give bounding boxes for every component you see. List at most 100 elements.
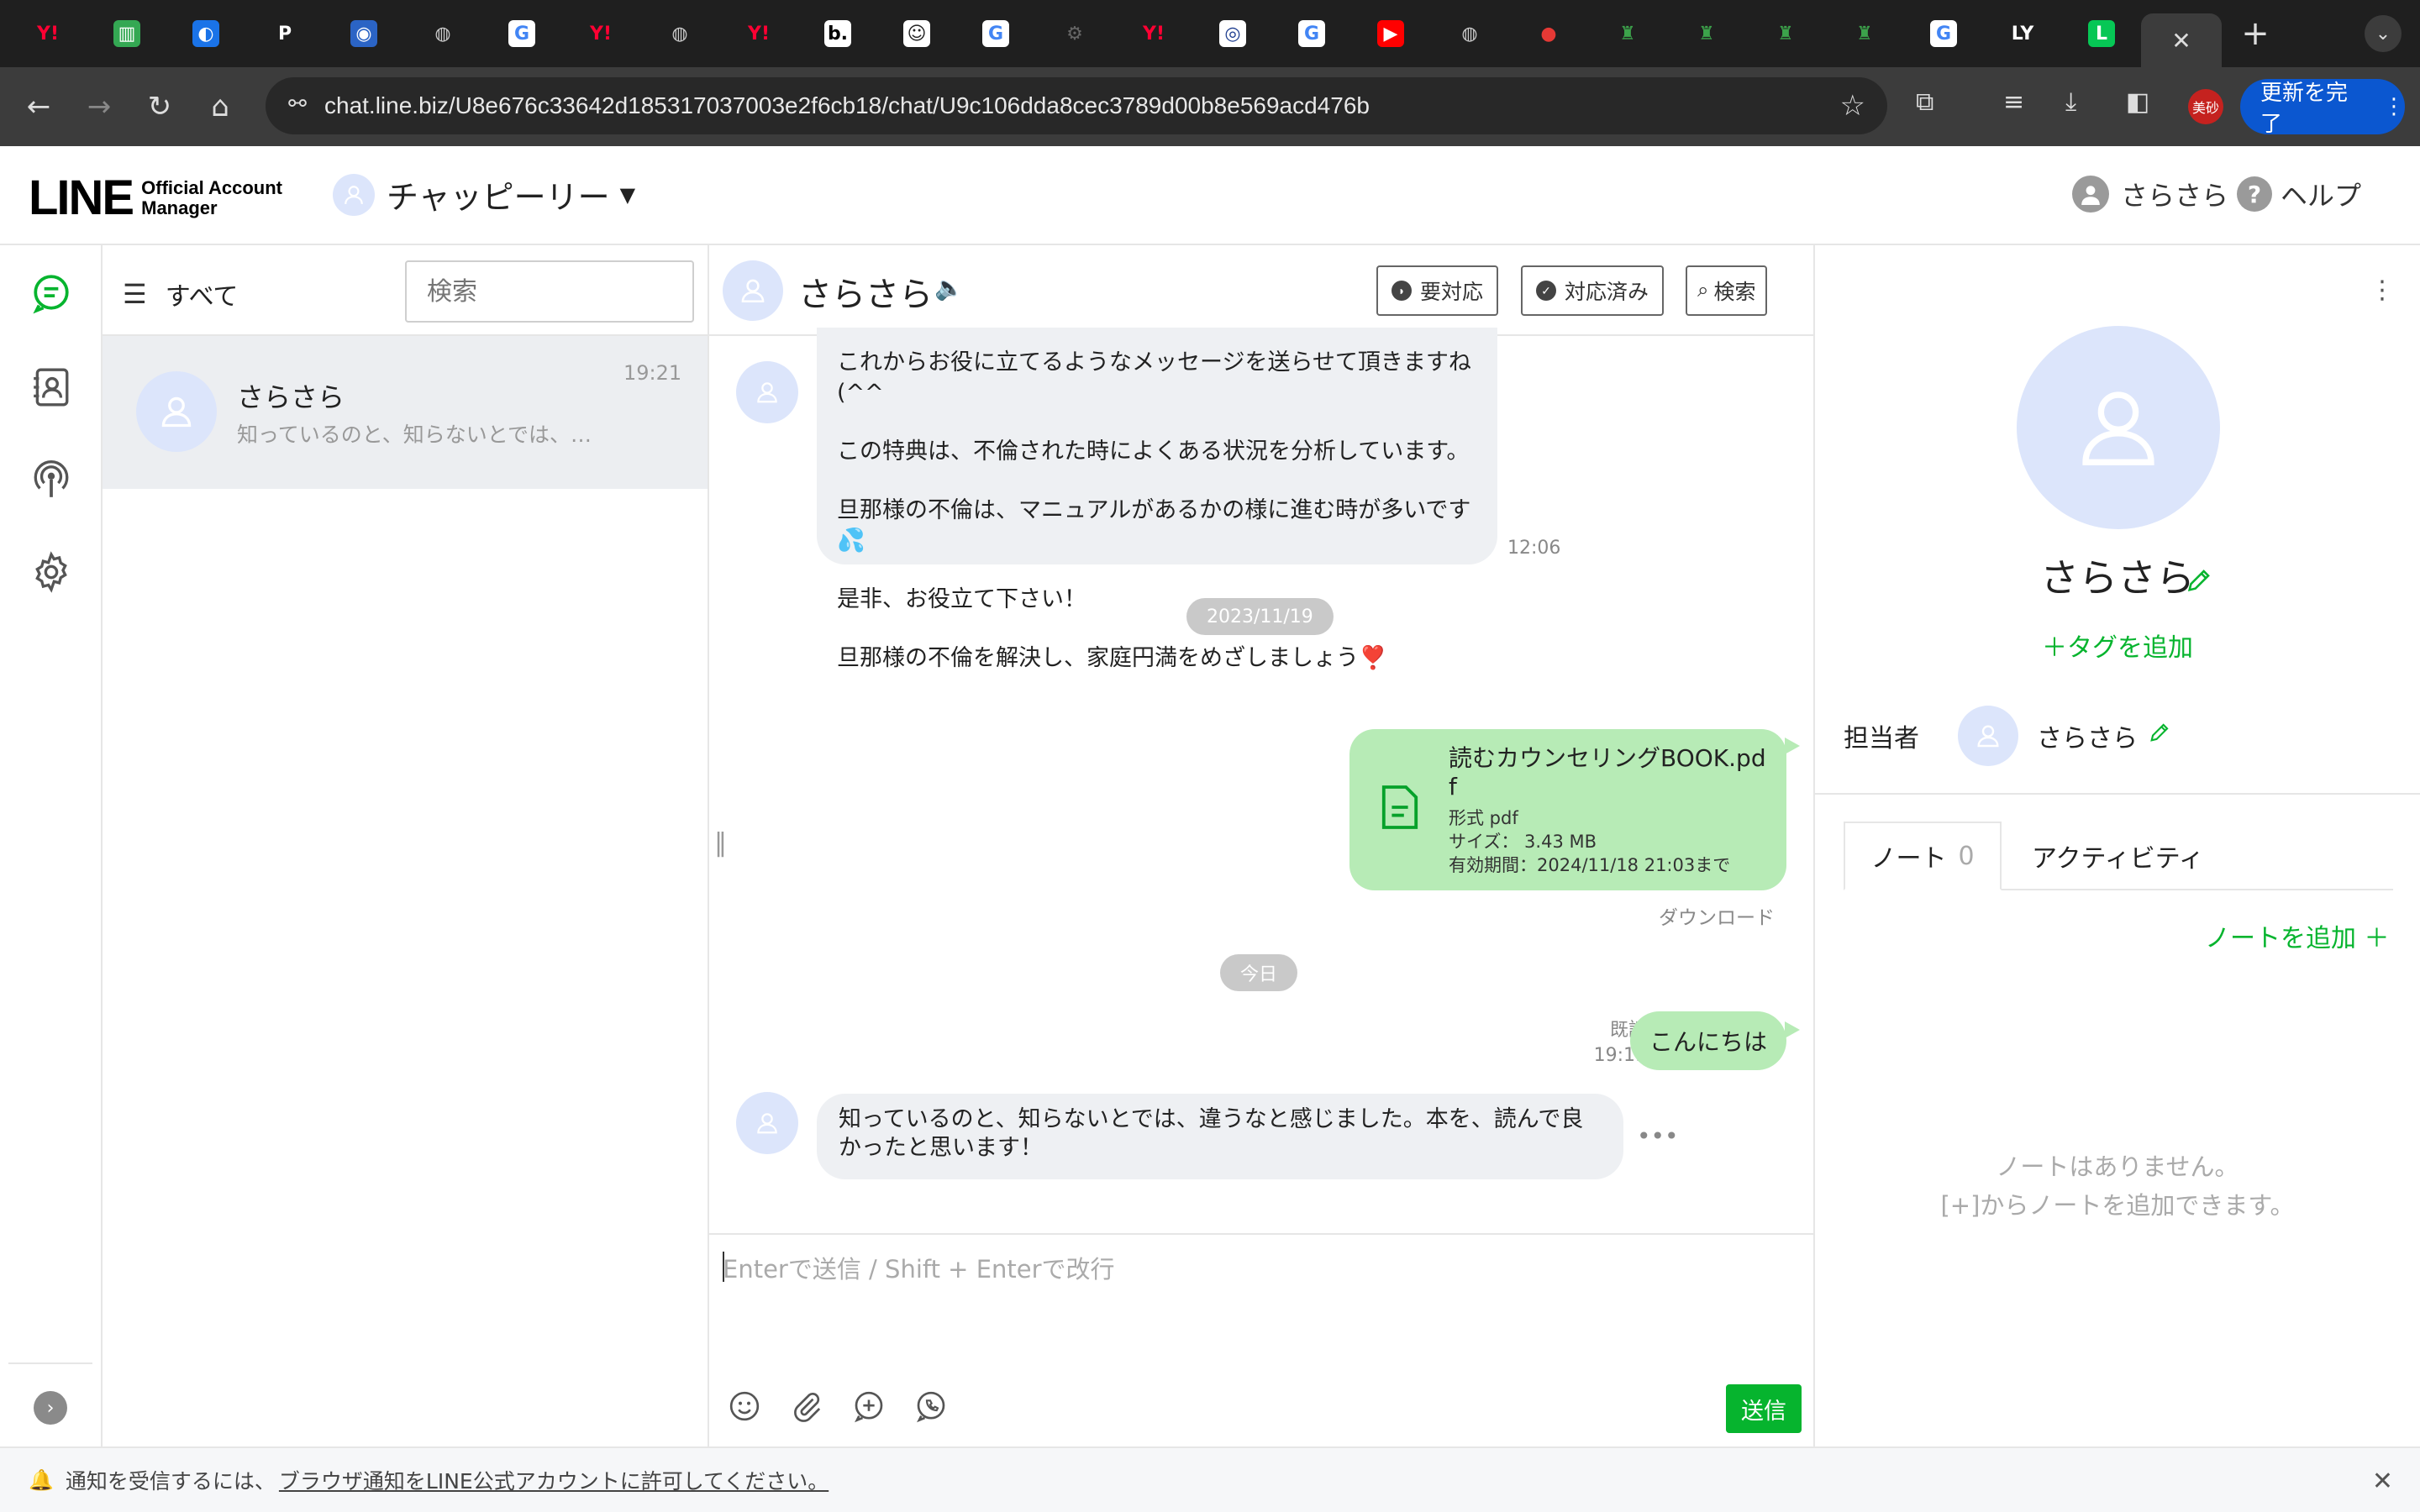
panel-resize-handle[interactable]: ‖ [714, 828, 727, 858]
tab-notes[interactable]: ノート 0 [1844, 822, 2002, 890]
favicon-icon: L [2088, 20, 2115, 47]
edit-name-pencil-icon[interactable] [2185, 566, 2213, 598]
reload-button[interactable]: ↻ [129, 76, 190, 137]
send-button[interactable]: 送信 [1726, 1384, 1802, 1433]
profile-avatar[interactable]: 美砂 [2188, 89, 2223, 124]
browser-tab[interactable]: b. [798, 8, 877, 59]
account-name: チャッピーリー [387, 179, 610, 216]
attachment-icon[interactable] [788, 1388, 825, 1425]
edit-assignee-pencil-icon[interactable] [2148, 721, 2171, 751]
site-info-icon[interactable]: ⚯ [282, 91, 313, 121]
browser-tab[interactable]: Y! [8, 8, 87, 59]
message-composer[interactable]: Enterで送信 / Shift + Enterで改行 送信 [709, 1233, 1813, 1446]
assignee-selector[interactable]: さらさら [1958, 706, 2171, 766]
expand-nav-button[interactable]: › [34, 1391, 67, 1425]
favicon-icon: ♜ [1698, 23, 1715, 45]
emoji-icon[interactable] [726, 1388, 763, 1425]
browser-tab[interactable]: ☺ [877, 8, 956, 59]
browser-tab[interactable]: L [2062, 8, 2141, 59]
phone-call-icon[interactable] [913, 1388, 950, 1425]
profile-tabs: ノート 0 アクティビティ [1844, 822, 2393, 890]
message-bubble-incoming[interactable]: 知っているのと、知らないとでは、違うなと感じました。本を、読んで良かったと思いま… [817, 1094, 1623, 1179]
header-user-menu[interactable]: さらさら [2072, 175, 2228, 213]
download-link[interactable]: ダウンロード [1659, 906, 1775, 931]
chat-nav-icon[interactable] [27, 269, 76, 318]
browser-tab[interactable]: ● [1509, 8, 1588, 59]
favicon-icon: LY [2011, 23, 2034, 45]
contacts-nav-icon[interactable] [27, 363, 76, 412]
chat-search-input[interactable] [405, 260, 694, 323]
assignee-avatar [1958, 706, 2018, 766]
browser-tab[interactable]: ♜ [1667, 8, 1746, 59]
chat-search-button[interactable]: ⌕ 検索 [1686, 265, 1768, 316]
profile-name: さらさら [2040, 555, 2195, 601]
forward-button[interactable]: → [69, 76, 129, 137]
download-icon[interactable]: ⤓ [2065, 87, 2076, 117]
browser-tab[interactable]: ◍ [403, 8, 482, 59]
browser-tab[interactable]: ♜ [1746, 8, 1825, 59]
browser-tab[interactable]: ◐ [166, 8, 245, 59]
settings-gear-icon[interactable] [27, 548, 76, 596]
tab-activity[interactable]: アクティビティ [2032, 822, 2204, 890]
browser-tab[interactable]: ▥ [87, 8, 166, 59]
update-button-label: 更新を完了 [2260, 81, 2349, 137]
message-bubble-outgoing[interactable]: こんにちは [1630, 1011, 1786, 1070]
update-button[interactable]: 更新を完了 ⋮ [2240, 79, 2405, 137]
browser-tab-strip: Y! ▥ ◐ P ◉ ◍ G Y! ◍ Y! b. ☺ G ⚙ Y! ◎ G ▶ ◍ ● ♜ ♜ ♜ ♜ G LY L ✕ + ⌄ [0, 0, 2420, 67]
favicon-icon: ◍ [434, 23, 451, 45]
browser-tab[interactable]: Y! [561, 8, 640, 59]
close-banner-icon[interactable]: ✕ [2372, 1467, 2393, 1496]
tab-active[interactable]: ✕ [2141, 13, 2222, 67]
side-panel-icon[interactable]: ◧ [2126, 87, 2149, 117]
extensions-icon[interactable]: ⧉ [1916, 87, 1933, 117]
back-button[interactable]: ← [8, 76, 69, 137]
new-tab-button[interactable]: + [2222, 14, 2289, 53]
chat-list-item[interactable]: さらさら 知っているのと、知らないとでは、違うなと感じました。本を、読んで良かっ… [103, 336, 708, 489]
browser-tab[interactable]: ♜ [1588, 8, 1667, 59]
line-oam-logo[interactable]: LINE Official Account Manager [29, 170, 282, 226]
media-control-icon[interactable]: ≡ [2003, 87, 2024, 117]
browser-tab[interactable]: LY [1983, 8, 2062, 59]
notice-permission-link[interactable]: ブラウザ通知をLINE公式アカウントに許可してください。 [279, 1465, 829, 1495]
address-bar[interactable]: ⚯ chat.line.biz/U8e676c33642d18531703700… [266, 77, 1887, 134]
browser-tab[interactable]: ◎ [1193, 8, 1272, 59]
browser-tab[interactable]: Y! [719, 8, 798, 59]
browser-tab[interactable]: P [245, 8, 324, 59]
browser-tab[interactable]: ◉ [324, 8, 403, 59]
composer-placeholder[interactable]: Enterで送信 / Shift + Enterで改行 [723, 1250, 1115, 1285]
done-button[interactable]: ✓ 対応済み [1521, 265, 1665, 316]
browser-tab[interactable]: G [1904, 8, 1983, 59]
file-message-bubble[interactable]: 読むカウンセリングBOOK.pdf 形式 pdf サイズ： 3.43 MB 有効… [1349, 729, 1786, 890]
more-options-icon[interactable]: ••• [1637, 1122, 1679, 1150]
browser-tab[interactable]: ◍ [640, 8, 719, 59]
needs-action-button[interactable]: ◗ 要対応 [1376, 265, 1499, 316]
help-link[interactable]: ? ヘルプ [2237, 175, 2361, 213]
speaker-icon[interactable]: 🔈 [934, 274, 964, 302]
home-button[interactable]: ⌂ [190, 76, 250, 137]
favicon-icon: ◍ [1461, 23, 1478, 45]
browser-tab[interactable]: G [482, 8, 561, 59]
bell-icon: 🔔 [29, 1468, 54, 1492]
browser-tab[interactable]: Y! [1114, 8, 1193, 59]
browser-tab[interactable]: ▶ [1351, 8, 1430, 59]
browser-tab[interactable]: ♜ [1825, 8, 1904, 59]
browser-tab[interactable]: ⚙ [1035, 8, 1114, 59]
browser-tab[interactable]: G [1272, 8, 1351, 59]
chat-avatar[interactable] [723, 260, 783, 321]
tab-search-button[interactable]: ⌄ [2365, 15, 2402, 52]
add-tag-button[interactable]: ＋タグを追加 [1815, 627, 2420, 664]
notes-count: 0 [1958, 841, 1975, 871]
message-bubble-incoming[interactable]: これからお役に立てるようなメッセージを送らせて頂きますね(^^ この特典は、不倫… [817, 328, 1497, 671]
favicon-icon: ⚙ [1066, 23, 1083, 45]
broadcast-nav-icon[interactable] [27, 455, 76, 504]
add-template-icon[interactable] [850, 1388, 887, 1425]
kebab-menu-icon[interactable]: ⋮ [2370, 276, 2395, 305]
filter-dropdown[interactable]: ☰ すべて [123, 276, 238, 312]
browser-tab[interactable]: G [956, 8, 1035, 59]
bookmark-star-icon[interactable]: ☆ [1840, 89, 1865, 123]
add-note-button[interactable]: ノートを追加 ＋ [2205, 917, 2390, 954]
browser-tab[interactable]: ◍ [1430, 8, 1509, 59]
close-icon[interactable]: ✕ [2171, 27, 2191, 55]
notification-banner: 🔔 通知を受信するには、 ブラウザ通知をLINE公式アカウントに許可してください… [0, 1446, 2420, 1512]
account-switcher[interactable]: チャッピーリー ▼ [333, 171, 635, 218]
